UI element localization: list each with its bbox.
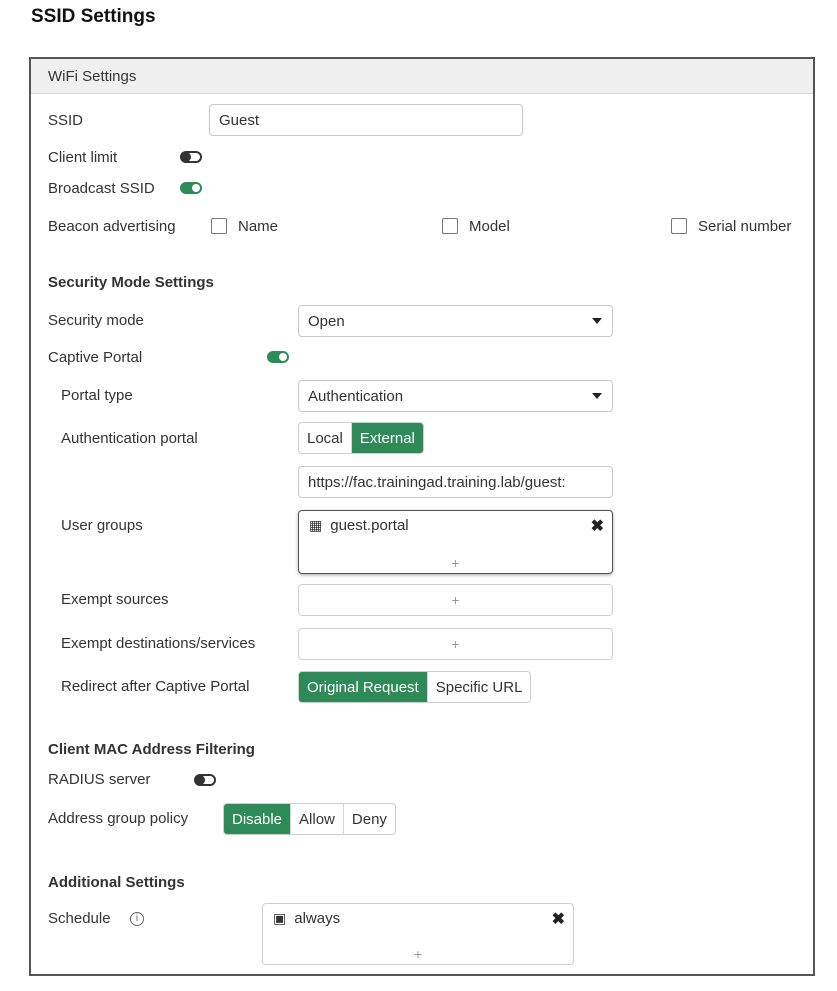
ssid-value: Guest <box>219 111 260 129</box>
calendar-icon: ▣ <box>273 910 287 926</box>
ssid-settings-panel: WiFi Settings SSID Guest Client limit Br… <box>29 57 815 976</box>
radius-server-label: RADIUS server <box>48 771 151 788</box>
auth-portal-label: Authentication portal <box>61 430 198 447</box>
policy-allow-button[interactable]: Allow <box>291 804 344 834</box>
beacon-model-checkbox[interactable] <box>442 218 458 234</box>
add-user-group-button[interactable]: + <box>299 555 612 571</box>
user-groups-label: User groups <box>61 517 143 534</box>
redirect-specific-url-button[interactable]: Specific URL <box>428 672 531 702</box>
redirect-original-request-button[interactable]: Original Request <box>299 672 428 702</box>
user-groups-field[interactable]: ▦ guest.portal ✖ + <box>298 510 613 574</box>
portal-type-value: Authentication <box>308 387 404 405</box>
add-exempt-destination-button[interactable]: + <box>299 636 612 652</box>
exempt-sources-label: Exempt sources <box>61 591 169 608</box>
security-mode-label: Security mode <box>48 312 144 329</box>
exempt-destinations-label: Exempt destinations/services <box>61 635 256 652</box>
additional-section-title: Additional Settings <box>48 874 185 891</box>
wifi-settings-header: WiFi Settings <box>31 59 813 94</box>
caret-down-icon <box>592 318 602 324</box>
close-icon[interactable]: ✖ <box>552 909 565 929</box>
wifi-settings-title: WiFi Settings <box>48 68 137 85</box>
close-icon[interactable]: ✖ <box>591 516 604 536</box>
policy-deny-button[interactable]: Deny <box>344 804 395 834</box>
auth-portal-local-button[interactable]: Local <box>299 423 352 453</box>
redirect-segmented: Original Request Specific URL <box>298 671 532 703</box>
captive-portal-label: Captive Portal <box>48 349 143 366</box>
security-section-title: Security Mode Settings <box>48 274 214 291</box>
client-limit-toggle[interactable] <box>180 151 202 163</box>
info-icon[interactable]: i <box>130 912 144 926</box>
captive-portal-toggle[interactable] <box>267 351 289 363</box>
user-group-name: guest.portal <box>330 517 409 534</box>
broadcast-ssid-label: Broadcast SSID <box>48 180 155 197</box>
address-group-policy-segmented: Disable Allow Deny <box>223 803 396 835</box>
portal-type-label: Portal type <box>61 387 133 404</box>
exempt-sources-field[interactable]: + <box>298 584 613 616</box>
auth-portal-external-button[interactable]: External <box>351 423 423 453</box>
schedule-chip: ▣ always <box>273 910 340 927</box>
ssid-input[interactable]: Guest <box>209 104 523 136</box>
beacon-serial-label: Serial number <box>698 218 792 235</box>
mac-filter-section-title: Client MAC Address Filtering <box>48 741 255 758</box>
policy-disable-button[interactable]: Disable <box>224 804 292 834</box>
beacon-serial-checkbox[interactable] <box>671 218 687 234</box>
portal-type-select[interactable]: Authentication <box>298 380 613 412</box>
client-limit-label: Client limit <box>48 149 118 166</box>
broadcast-ssid-toggle[interactable] <box>180 182 202 194</box>
group-icon: ▦ <box>309 517 323 533</box>
security-mode-select[interactable]: Open <box>298 305 613 337</box>
auth-portal-segmented: Local External <box>298 422 424 454</box>
schedule-label: Schedule <box>48 910 111 927</box>
exempt-destinations-field[interactable]: + <box>298 628 613 660</box>
page-title: SSID Settings <box>31 6 156 27</box>
portal-url-input[interactable]: https://fac.trainingad.training.lab/gues… <box>298 466 613 498</box>
beacon-name-checkbox[interactable] <box>211 218 227 234</box>
portal-url-value: https://fac.trainingad.training.lab/gues… <box>308 473 566 491</box>
add-exempt-source-button[interactable]: + <box>299 592 612 608</box>
schedule-field[interactable]: ▣ always ✖ + <box>262 903 574 965</box>
beacon-model-label: Model <box>469 218 510 235</box>
redirect-label: Redirect after Captive Portal <box>61 678 250 695</box>
add-schedule-button[interactable]: + <box>263 946 573 962</box>
radius-server-toggle[interactable] <box>194 774 216 786</box>
beacon-name-label: Name <box>238 218 279 235</box>
ssid-label: SSID <box>48 112 84 129</box>
schedule-value: always <box>294 910 341 927</box>
address-group-policy-label: Address group policy <box>48 810 189 827</box>
security-mode-value: Open <box>308 312 345 330</box>
beacon-advertising-label: Beacon advertising <box>48 218 176 235</box>
user-group-chip: ▦ guest.portal <box>309 517 409 534</box>
caret-down-icon <box>592 393 602 399</box>
